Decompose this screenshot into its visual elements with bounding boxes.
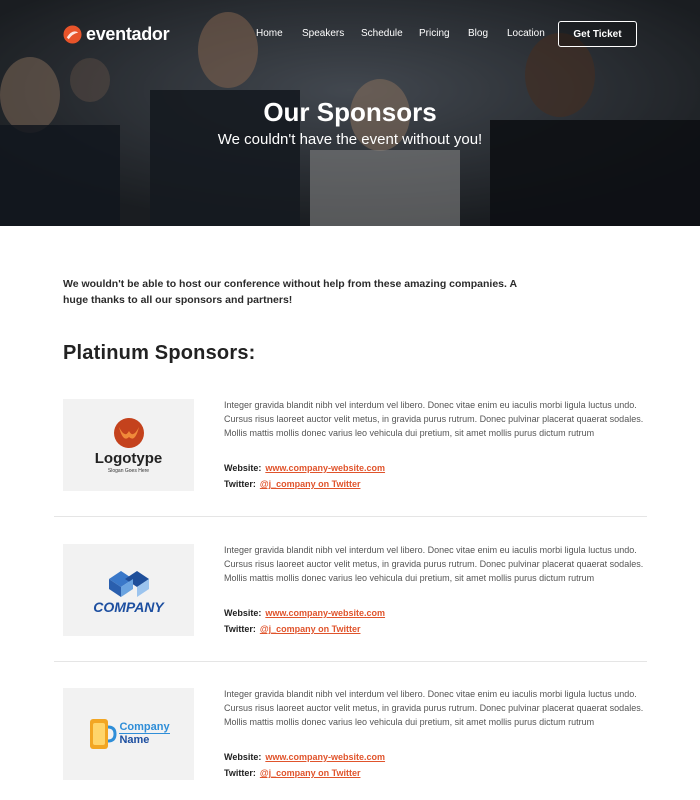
intro-text: We wouldn't be able to host our conferen…: [63, 278, 517, 306]
sponsor-logo-slogan: Slogan Goes Here: [107, 467, 150, 474]
website-link[interactable]: www.company-website.com: [265, 752, 385, 762]
sponsor-logo-wordmark: Company Name: [119, 721, 170, 747]
company-cube-icon: [108, 571, 149, 597]
sponsor-logo: Company Name: [87, 715, 170, 753]
logotype-mark-icon: [113, 417, 144, 448]
website-link[interactable]: www.company-website.com: [265, 463, 385, 473]
sponsor-logo: Logotype Slogan Goes Here: [94, 417, 163, 474]
page-title: Our Sponsors: [263, 97, 437, 127]
twitter-label: Twitter:: [224, 624, 256, 634]
sponsor-logo-text-line2: Name: [119, 734, 150, 746]
hero-banner: eventador Home Speakers Schedule Pricing…: [0, 0, 700, 226]
sponsor-links: Website: www.company-website.com Twitter:…: [224, 460, 644, 492]
sponsor-logo-text: Logotype: [94, 449, 163, 467]
twitter-link[interactable]: @j_company on Twitter: [260, 479, 361, 489]
sponsor-logo-text: COMPANY: [93, 599, 164, 615]
sponsor-card: COMPANY Integer gravida blandit nibh vel…: [54, 543, 647, 643]
nav-link-speakers[interactable]: Speakers: [302, 28, 344, 39]
website-label: Website:: [224, 463, 262, 473]
twitter-link[interactable]: @j_company on Twitter: [260, 624, 361, 634]
top-navigation: eventador Home Speakers Schedule Pricing…: [0, 0, 700, 70]
get-ticket-button[interactable]: Get Ticket: [558, 21, 637, 47]
sponsor-description: Integer gravida blandit nibh vel interdu…: [224, 689, 644, 727]
nav-link-pricing[interactable]: Pricing: [419, 28, 450, 39]
sponsor-links: Website: www.company-website.com Twitter:…: [224, 749, 644, 781]
sponsor-description: Integer gravida blandit nibh vel interdu…: [224, 400, 644, 438]
nav-link-home[interactable]: Home: [256, 28, 283, 39]
sponsor-logo-box[interactable]: Company Name: [63, 688, 194, 780]
sponsor-logo-text-line1: Company: [119, 721, 170, 734]
page-subtitle: We couldn't have the event without you!: [217, 131, 483, 148]
sponsor-logo-box[interactable]: COMPANY: [63, 544, 194, 636]
website-label: Website:: [224, 608, 262, 618]
sponsor-card: Company Name Integer gravida blandit nib…: [54, 687, 647, 787]
sponsor-card: Logotype Slogan Goes Here Integer gravid…: [54, 398, 647, 498]
twitter-link[interactable]: @j_company on Twitter: [260, 768, 361, 778]
website-label: Website:: [224, 752, 262, 762]
twitter-label: Twitter:: [224, 768, 256, 778]
twitter-label: Twitter:: [224, 479, 256, 489]
sponsor-divider: [54, 516, 647, 517]
sponsor-description: Integer gravida blandit nibh vel interdu…: [224, 545, 644, 583]
company-cup-icon: [90, 719, 117, 749]
sponsor-logo: COMPANY: [93, 565, 164, 615]
section-title-platinum: Platinum Sponsors:: [63, 342, 256, 364]
website-link[interactable]: www.company-website.com: [265, 608, 385, 618]
nav-link-schedule[interactable]: Schedule: [361, 28, 403, 39]
nav-link-blog[interactable]: Blog: [468, 28, 488, 39]
sponsor-divider: [54, 661, 647, 662]
nav-link-location[interactable]: Location: [507, 28, 545, 39]
sponsor-logo-box[interactable]: Logotype Slogan Goes Here: [63, 399, 194, 491]
sponsor-links: Website: www.company-website.com Twitter:…: [224, 605, 644, 637]
